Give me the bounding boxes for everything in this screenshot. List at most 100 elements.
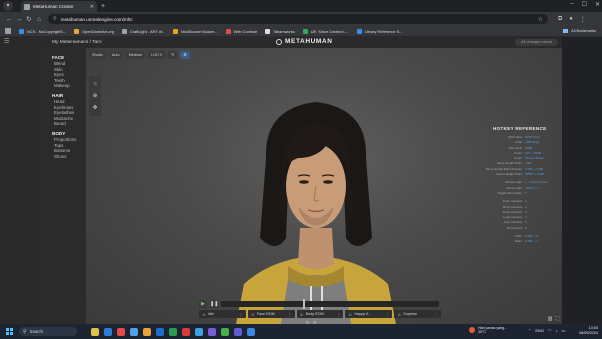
- preset-happy-a[interactable]: ☺ Happy A ⋮: [345, 310, 393, 318]
- timeline-track[interactable]: [221, 298, 439, 309]
- taskbar-app-icon[interactable]: [247, 327, 255, 336]
- search-icon: ⚲: [23, 328, 27, 335]
- bookmark-favicon-icon: [74, 28, 80, 34]
- weather-temp: 30°C: [478, 330, 487, 335]
- wifi-icon[interactable]: ◠: [548, 328, 552, 333]
- new-tab-icon[interactable]: +: [101, 1, 105, 12]
- maximize-icon[interactable]: ☐: [582, 1, 587, 8]
- weather-icon: [469, 327, 475, 334]
- taskbar-app-icon[interactable]: [156, 327, 164, 336]
- more-icon[interactable]: ⋮: [434, 312, 438, 317]
- bookmark-item[interactable]: OpenGameArt.org: [74, 28, 114, 34]
- bookmark-item[interactable]: UE: Since Creator L...: [302, 28, 349, 34]
- bookmark-item[interactable]: Library Reference S...: [356, 28, 402, 34]
- taskbar-app-icon[interactable]: [104, 327, 112, 336]
- light-icon[interactable]: ☼: [89, 78, 101, 90]
- taskbar-search[interactable]: ⚲ Search: [19, 327, 77, 336]
- all-bookmarks-label: All Bookmarks: [571, 28, 596, 33]
- tab-close-icon[interactable]: ✕: [90, 4, 94, 10]
- reload-icon[interactable]: ↻: [24, 15, 34, 23]
- hotkey-binding: 6: [525, 225, 527, 230]
- address-bar[interactable]: ⚲ metahuman.unrealengine.com/mhc ☆: [48, 14, 548, 24]
- lod-button[interactable]: LOD 0: [148, 51, 166, 59]
- fullscreen-icon[interactable]: ⛶: [555, 316, 559, 322]
- taskbar-app-icon[interactable]: [143, 327, 151, 336]
- taskbar-app-icon[interactable]: [195, 327, 203, 336]
- profile-icon[interactable]: ●: [569, 16, 573, 23]
- preset-idle[interactable]: ☺ Idle ⋮: [199, 310, 246, 318]
- bookmark-item[interactable]: Steamworks: [265, 28, 295, 34]
- timeline-playhead[interactable]: [303, 298, 305, 309]
- more-icon[interactable]: ⋮: [385, 312, 389, 317]
- chart-icon[interactable]: ▥: [548, 316, 553, 322]
- preset-label: Surprise: [403, 312, 418, 316]
- play-icon[interactable]: ▶: [199, 299, 207, 308]
- folder-icon: [563, 28, 569, 33]
- menu-icon[interactable]: ⋮: [580, 16, 586, 23]
- bookmark-star-icon[interactable]: ☆: [538, 16, 543, 23]
- tab-title: MetaHuman Creator: [33, 4, 74, 9]
- back-icon[interactable]: ←: [4, 16, 14, 23]
- settings-icon[interactable]: ⚙: [180, 51, 190, 59]
- pause-icon[interactable]: ❚❚: [210, 299, 218, 308]
- site-info-icon[interactable]: ⚲: [53, 16, 57, 22]
- window-controls: – ☐ ✕: [570, 1, 600, 8]
- preset-body-rom[interactable]: ☺ Body ROM ⋮: [296, 310, 344, 318]
- taskbar-app-icon[interactable]: [221, 327, 229, 336]
- extensions-icon[interactable]: ⧉: [558, 16, 562, 23]
- bookmark-label: NCS - NoCopyrightS...: [27, 28, 67, 34]
- tray-chevron-icon[interactable]: ⌃: [528, 328, 531, 333]
- 3d-viewport[interactable]: Studio Auto Medium LOD 0 ✎ ⚙ ☼ ⊕ ✥ HOTKE…: [86, 48, 562, 324]
- taskbar-app-icon[interactable]: [169, 327, 177, 336]
- move-icon[interactable]: ⊕: [89, 90, 101, 102]
- sidebar-item-shoes[interactable]: Shoes: [52, 154, 86, 160]
- app-right-gutter: [562, 37, 602, 324]
- more-icon[interactable]: ⋮: [336, 312, 340, 317]
- viewport-tools: ☼ ⊕ ✥: [89, 76, 101, 116]
- breadcrumb[interactable]: My MetaHumans / Taro: [52, 40, 102, 45]
- hamburger-menu-icon[interactable]: ☰: [4, 38, 36, 45]
- pan-icon[interactable]: ✥: [89, 102, 101, 114]
- taskbar-app-icon[interactable]: [130, 327, 138, 336]
- metahuman-character[interactable]: [226, 88, 406, 324]
- bookmark-item[interactable]: CraftLight - ART of...: [121, 28, 165, 34]
- preset-surprise[interactable]: ☺ Surprise ⋮: [394, 310, 441, 318]
- browser-tab[interactable]: MetaHuman Creator ✕: [21, 1, 97, 12]
- close-window-icon[interactable]: ✕: [595, 1, 600, 8]
- bookmark-item[interactable]: NCS - NoCopyrightS...: [19, 28, 67, 34]
- weather-widget[interactable]: Hari panas yang... 30°C: [469, 326, 507, 335]
- home-icon[interactable]: ⌂: [34, 16, 44, 23]
- animation-playbar: ▶ ❚❚: [199, 298, 439, 309]
- windows-start-icon[interactable]: [6, 328, 13, 335]
- volume-icon[interactable]: ♪: [556, 328, 558, 333]
- more-icon[interactable]: ⋮: [239, 312, 243, 317]
- taskbar-app-icon[interactable]: [208, 327, 216, 336]
- edit-icon[interactable]: ✎: [168, 51, 178, 59]
- url-text[interactable]: metahuman.unrealengine.com/mhc: [61, 17, 538, 22]
- quality-medium-button[interactable]: Medium: [125, 51, 146, 59]
- preset-icon: ☺: [348, 311, 353, 317]
- taskbar-app-icon[interactable]: [234, 327, 242, 336]
- taskbar-app-icon[interactable]: [182, 327, 190, 336]
- preset-face-rom[interactable]: ☺ Face ROM ⋮: [247, 310, 295, 318]
- viewport-toolbar: Studio Auto Medium LOD 0 ✎ ⚙: [89, 51, 190, 59]
- sidebar-item-makeup[interactable]: Makeup: [52, 83, 86, 89]
- taskbar-app-icon[interactable]: [117, 327, 125, 336]
- camera-auto-button[interactable]: Auto: [108, 51, 123, 59]
- minimize-icon[interactable]: –: [570, 1, 573, 8]
- sidebar-item-beard[interactable]: Beard: [52, 121, 86, 127]
- bookmark-label: UE: Since Creator L...: [310, 28, 349, 34]
- tray-lang[interactable]: ENG: [535, 328, 544, 333]
- tab-search-icon[interactable]: ▾: [3, 1, 13, 11]
- lighting-studio-button[interactable]: Studio: [89, 51, 106, 59]
- apps-grid-icon[interactable]: [5, 28, 11, 34]
- more-icon[interactable]: ⋮: [288, 312, 292, 317]
- bookmark-item[interactable]: Web Controle: [225, 28, 257, 34]
- hotkey-action: Tilt Camera: [506, 225, 522, 230]
- bookmark-item[interactable]: ModSource Bookm...: [173, 28, 218, 34]
- clock[interactable]: 13:03 08/09/2024: [579, 326, 598, 336]
- forward-icon[interactable]: →: [14, 16, 24, 23]
- battery-icon[interactable]: ▭: [562, 328, 566, 333]
- taskbar-app-icon[interactable]: [91, 327, 99, 336]
- all-bookmarks[interactable]: All Bookmarks: [563, 28, 596, 33]
